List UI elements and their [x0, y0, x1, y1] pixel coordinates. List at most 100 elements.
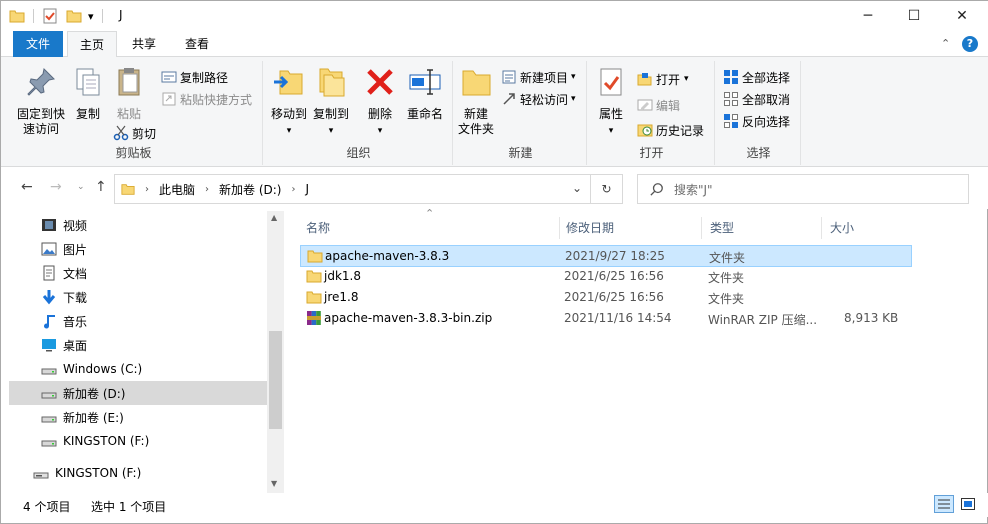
search-box[interactable]: 搜索"J" — [637, 174, 969, 204]
nav-item[interactable]: 新加卷 (E:) — [9, 405, 267, 429]
help-icon[interactable]: ? — [962, 36, 978, 52]
select-none-button[interactable]: 全部取消 — [723, 89, 790, 109]
minimize-button[interactable]: ─ — [845, 1, 891, 31]
nav-item-label: 新加卷 (E:) — [63, 410, 124, 425]
new-item-button[interactable]: 新建项目 ▾ — [501, 67, 576, 87]
column-header-type[interactable]: 类型 — [696, 217, 822, 239]
forward-arrow-icon[interactable]: → — [50, 179, 62, 195]
tab-share[interactable]: 共享 — [119, 31, 169, 57]
nav-item[interactable]: Windows (C:) — [9, 357, 267, 381]
up-arrow-icon[interactable]: ↑ — [95, 179, 107, 195]
edit-button[interactable]: 编辑 — [637, 95, 680, 115]
winrar-zip-icon — [306, 310, 322, 326]
desktop-icon — [41, 337, 57, 353]
scroll-thumb[interactable] — [269, 331, 282, 429]
select-group: 全部选择 全部取消 反向选择 选择 — [717, 61, 801, 165]
properties-button[interactable]: 属性 ▾ — [593, 65, 629, 139]
folder-icon[interactable] — [9, 8, 25, 24]
scissors-icon — [113, 125, 129, 141]
search-placeholder: 搜索"J" — [674, 182, 713, 197]
recent-locations-chevron-icon[interactable]: ⌄ — [77, 182, 85, 192]
picture-icon — [41, 241, 57, 257]
file-row[interactable]: apache-maven-3.8.3-bin.zip 2021/11/16 14:… — [300, 308, 912, 330]
folder-icon — [306, 289, 322, 305]
breadcrumb-separator-icon: › — [145, 183, 149, 195]
breadcrumb-separator-icon[interactable]: › — [291, 184, 295, 195]
clipboard-icon — [118, 68, 140, 96]
nav-item-label: 下载 — [63, 290, 88, 305]
nav-item[interactable]: 下载 — [9, 285, 267, 309]
details-view-button[interactable] — [934, 495, 954, 513]
nav-item[interactable]: KINGSTON (F:) — [9, 461, 267, 485]
nav-item[interactable]: KINGSTON (F:) — [9, 429, 267, 453]
download-icon — [41, 289, 57, 305]
rename-button[interactable]: 重命名 — [401, 65, 449, 122]
nav-item[interactable]: 新加卷 (D:) — [9, 381, 267, 405]
scroll-up-icon[interactable]: ▲ — [271, 213, 277, 222]
open-button[interactable]: 打开 ▾ — [637, 69, 689, 89]
large-icons-view-button[interactable] — [958, 495, 978, 513]
maximize-button[interactable]: ☐ — [891, 1, 937, 31]
nav-item-label: 视频 — [63, 218, 88, 233]
file-row[interactable]: jdk1.8 2021/6/25 16:56 文件夹 — [300, 266, 912, 288]
new-folder-icon[interactable] — [66, 8, 82, 24]
drive-icon — [41, 433, 57, 449]
tab-view[interactable]: 查看 — [172, 31, 222, 57]
address-row: ← → ⌄ ↑ › 此电脑 › 新加卷 (D:) › J ⌄ ↻ 搜索"J" — [1, 167, 988, 209]
pin-to-quick-access-button[interactable]: 固定到快 速访问 — [11, 65, 71, 137]
select-all-button[interactable]: 全部选择 — [723, 67, 790, 87]
properties-icon[interactable] — [42, 8, 58, 24]
search-icon — [650, 183, 663, 196]
address-bar[interactable]: › 此电脑 › 新加卷 (D:) › J ⌄ — [114, 174, 591, 204]
properties-label: 属性 — [598, 107, 623, 121]
copy-button[interactable]: 复制 — [69, 65, 107, 122]
close-button[interactable]: ✕ — [937, 1, 987, 31]
tab-home[interactable]: 主页 — [67, 31, 117, 58]
chevron-up-icon[interactable]: ⌃ — [941, 37, 950, 50]
usb-drive-icon — [33, 465, 49, 481]
address-dropdown-chevron-icon[interactable]: ⌄ — [572, 181, 582, 195]
delete-button[interactable]: 删除 ▾ — [363, 65, 397, 139]
breadcrumb-this-pc[interactable]: 此电脑 — [159, 181, 195, 198]
paste-shortcut-button[interactable]: 粘贴快捷方式 — [161, 89, 252, 109]
copy-path-button[interactable]: 复制路径 — [161, 67, 228, 87]
breadcrumb-folder-j[interactable]: J — [305, 182, 309, 196]
new-folder-button[interactable]: 新建 文件夹 — [455, 65, 497, 137]
nav-item[interactable]: 桌面 — [9, 333, 267, 357]
file-row[interactable]: apache-maven-3.8.3 2021/9/27 18:25 文件夹 — [300, 245, 912, 267]
invert-selection-button[interactable]: 反向选择 — [723, 111, 790, 131]
navigation-scrollbar[interactable]: ▲ ▼ — [267, 211, 284, 493]
quick-access-dropdown-icon[interactable]: ▾ — [88, 10, 94, 23]
select-none-icon — [724, 92, 738, 106]
nav-item[interactable]: 图片 — [9, 237, 267, 261]
chevron-down-icon: ▾ — [608, 126, 614, 136]
column-header-modified[interactable]: 修改日期 — [552, 217, 702, 239]
nav-item[interactable]: 视频 — [9, 213, 267, 237]
cut-button[interactable]: 剪切 — [113, 123, 156, 143]
tab-file[interactable]: 文件 — [13, 31, 63, 57]
scroll-down-icon[interactable]: ▼ — [271, 479, 277, 488]
details-view-icon — [938, 499, 950, 509]
breadcrumb-separator-icon[interactable]: › — [205, 184, 209, 195]
back-arrow-icon[interactable]: ← — [21, 179, 33, 195]
file-name: apache-maven-3.8.3-bin.zip — [324, 311, 493, 325]
file-row[interactable]: jre1.8 2021/6/25 16:56 文件夹 — [300, 287, 912, 309]
nav-item[interactable]: 音乐 — [9, 309, 267, 333]
nav-item-label: 新加卷 (D:) — [63, 386, 126, 401]
paste-button[interactable]: 粘贴 — [109, 65, 149, 122]
copy-to-button[interactable]: 复制到 ▾ — [311, 65, 351, 139]
nav-item[interactable]: 文档 — [9, 261, 267, 285]
paste-label: 粘贴 — [116, 107, 141, 121]
music-icon — [41, 313, 57, 329]
copy-to-label: 复制到 — [312, 107, 349, 121]
chevron-down-icon: ▾ — [684, 74, 689, 84]
history-button[interactable]: 历史记录 — [637, 120, 704, 140]
large-icons-view-icon — [961, 498, 975, 510]
move-to-button[interactable]: 移动到 ▾ — [269, 65, 309, 139]
breadcrumb-drive-d[interactable]: 新加卷 (D:) — [219, 181, 281, 198]
column-header-size[interactable]: 大小 — [816, 217, 896, 239]
status-bar: 4 个项目 选中 1 个项目 — [1, 493, 988, 517]
column-header-name[interactable]: 名称 — [292, 217, 560, 239]
easy-access-button[interactable]: 轻松访问 ▾ — [501, 89, 576, 109]
refresh-button[interactable]: ↻ — [591, 174, 623, 204]
